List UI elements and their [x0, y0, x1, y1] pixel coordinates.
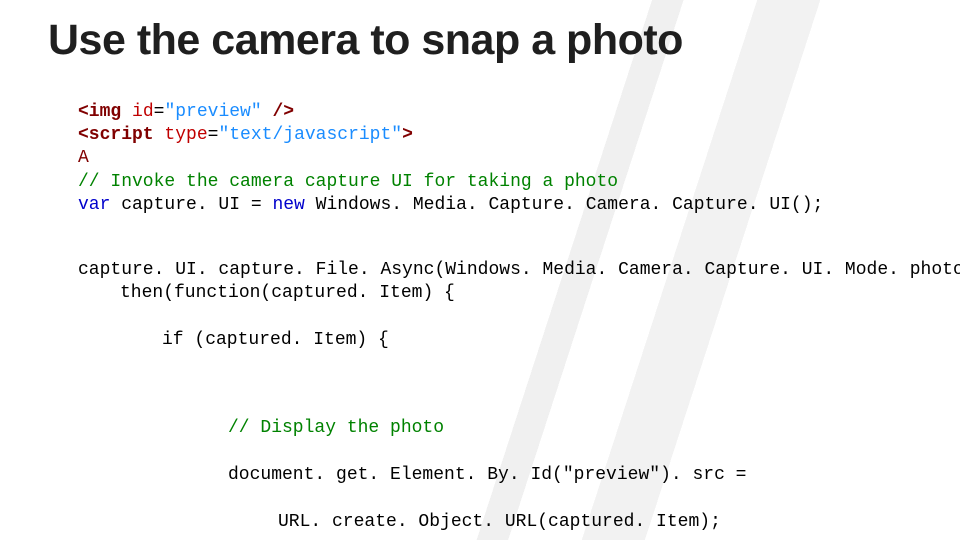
tag-img-close: />: [262, 102, 294, 122]
code-line-11: URL. create. Object. URL(captured. Item)…: [78, 511, 912, 534]
code-block: <img id="preview" /> <script type="text/…: [48, 77, 912, 540]
slide-title: Use the camera to snap a photo: [48, 18, 912, 63]
val-js: "text/javascript": [218, 125, 402, 145]
code-line-2: <script type="text/javascript">: [78, 125, 413, 145]
code-line-1: <img id="preview" />: [78, 102, 294, 122]
comment-display: // Display the photo: [228, 418, 444, 438]
tag-script-open-end: >: [402, 125, 413, 145]
blank-line-2: [78, 376, 912, 394]
l10: document. get. Element. By. Id("preview"…: [228, 465, 746, 485]
kw-new: new: [272, 195, 304, 215]
kw-var: var: [78, 195, 110, 215]
l5-rest: Windows. Media. Capture. Camera. Capture…: [305, 195, 823, 215]
eq2: =: [208, 125, 219, 145]
attr-type: type: [154, 125, 208, 145]
code-line-8: if (captured. Item) {: [78, 329, 912, 352]
code-line-10: document. get. Element. By. Id("preview"…: [78, 464, 912, 487]
attr-id: id: [121, 102, 153, 122]
l7: then(function(captured. Item) {: [120, 283, 455, 303]
code-line-6: capture. UI. capture. File. Async(Window…: [78, 260, 960, 280]
tag-img-open: <img: [78, 102, 121, 122]
val-preview: "preview": [164, 102, 261, 122]
code-line-5: var capture. UI = new Windows. Media. Ca…: [78, 195, 823, 215]
code-line-4: // Invoke the camera capture UI for taki…: [78, 172, 618, 192]
tag-script-open: <script: [78, 125, 154, 145]
l6: capture. UI. capture. File. Async(Window…: [78, 260, 960, 280]
code-line-7: then(function(captured. Item) {: [78, 282, 912, 305]
l11: URL. create. Object. URL(captured. Item)…: [278, 512, 721, 532]
code-line-3: A: [78, 148, 89, 168]
l5-mid: capture. UI =: [110, 195, 272, 215]
l8: if (captured. Item) {: [162, 330, 389, 350]
eq1: =: [154, 102, 165, 122]
blank-line-1: [78, 217, 912, 235]
code-line-9: // Display the photo: [78, 417, 912, 440]
glyph-a: A: [78, 148, 89, 168]
slide-content: Use the camera to snap a photo <img id="…: [0, 0, 960, 540]
comment-invoke: // Invoke the camera capture UI for taki…: [78, 172, 618, 192]
